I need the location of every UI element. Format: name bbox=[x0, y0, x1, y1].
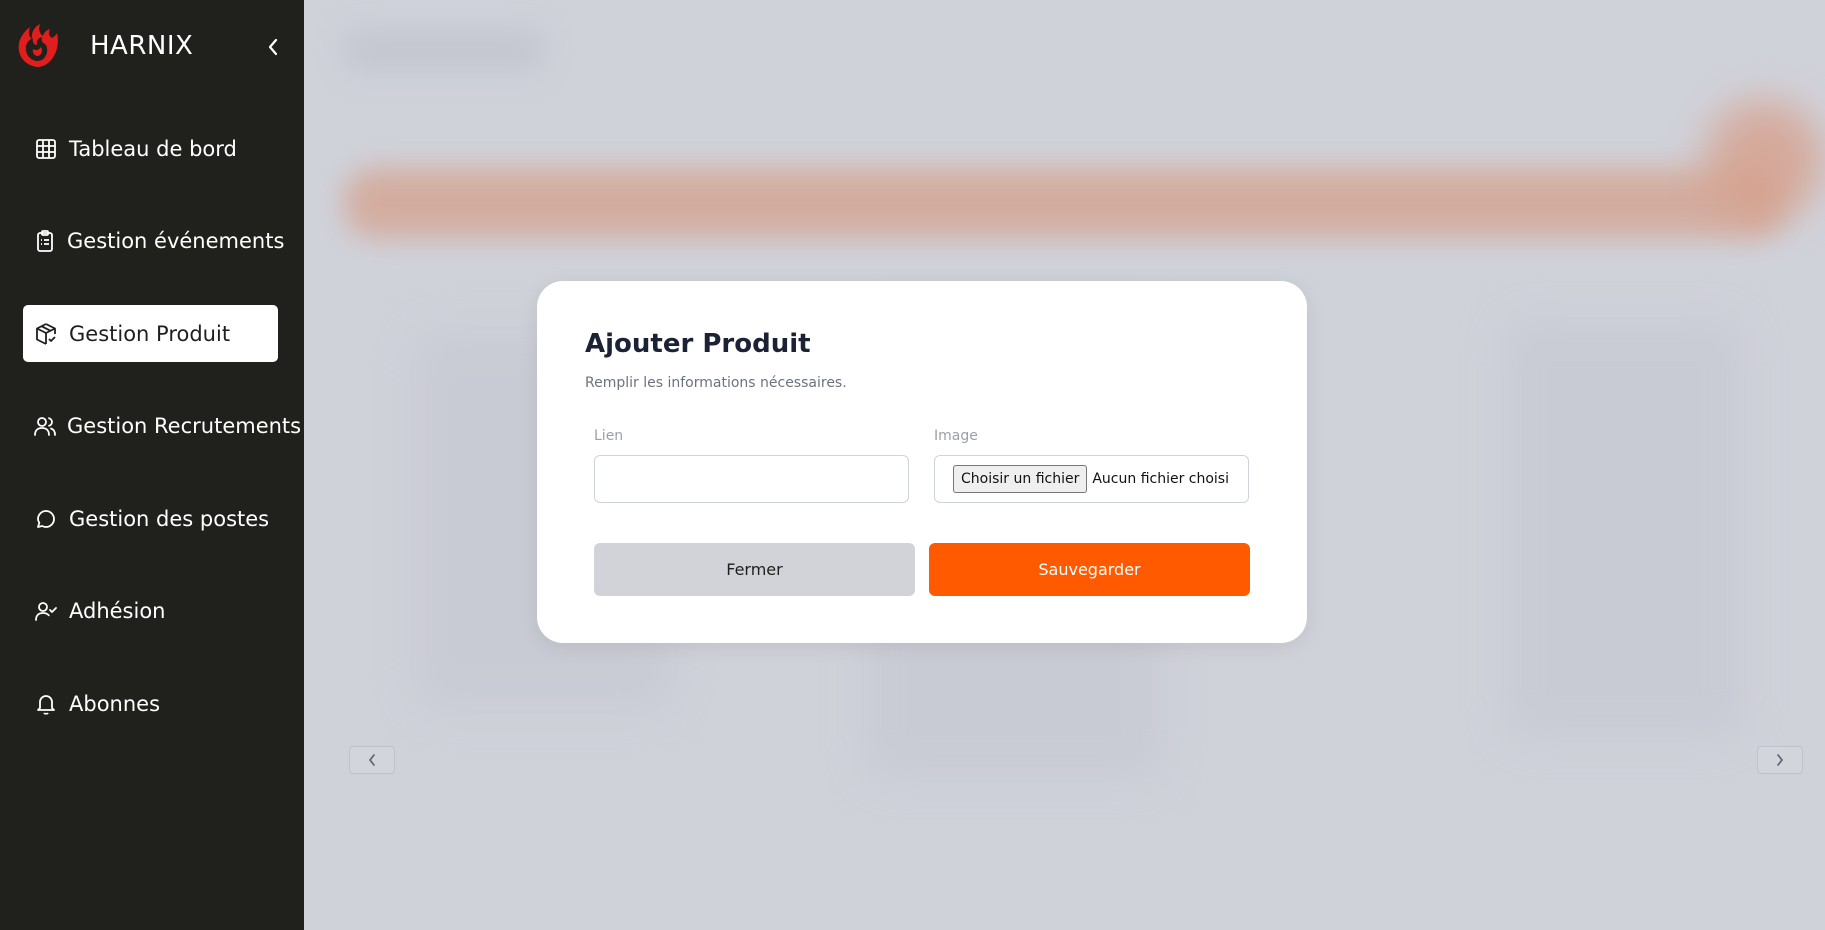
link-field-label: Lien bbox=[594, 428, 624, 444]
grid-table-icon bbox=[33, 136, 59, 162]
sidebar-item-label: Gestion événements bbox=[67, 229, 285, 253]
sidebar-item-gestion-evenements[interactable]: Gestion événements bbox=[23, 213, 284, 270]
sidebar-item-label: Gestion des postes bbox=[69, 506, 270, 531]
package-check-icon bbox=[33, 321, 59, 347]
users-icon bbox=[33, 413, 57, 439]
brand-name: HARNIX bbox=[90, 31, 194, 61]
clipboard-list-icon bbox=[33, 228, 57, 254]
sidebar-item-tableau-de-bord[interactable]: Tableau de bord bbox=[23, 120, 278, 177]
sidebar-item-gestion-produit[interactable]: Gestion Produit bbox=[23, 305, 278, 362]
sidebar-item-label: Gestion Produit bbox=[69, 321, 231, 346]
message-circle-icon bbox=[33, 506, 59, 532]
blurred-card bbox=[1504, 320, 1744, 740]
sidebar-item-gestion-des-postes[interactable]: Gestion des postes bbox=[23, 490, 278, 547]
sidebar-nav: Tableau de bord Gestion événements Gesti… bbox=[23, 120, 301, 768]
blurred-page-title bbox=[344, 30, 544, 70]
add-product-modal: Ajouter Produit Remplir les informations… bbox=[537, 281, 1307, 643]
carousel-prev-button[interactable] bbox=[349, 746, 395, 774]
modal-subtitle: Remplir les informations nécessaires. bbox=[585, 375, 847, 391]
phoenix-logo-icon bbox=[18, 24, 58, 67]
save-button[interactable]: Sauvegarder bbox=[929, 543, 1250, 596]
collapse-sidebar-button[interactable] bbox=[262, 34, 284, 60]
blurred-corner-shape bbox=[1704, 100, 1824, 220]
sidebar-item-label: Abonnes bbox=[69, 691, 161, 716]
choose-file-button[interactable]: Choisir un fichier bbox=[953, 465, 1088, 493]
chevron-left-icon bbox=[368, 754, 375, 766]
image-field-label: Image bbox=[934, 428, 978, 444]
link-input[interactable] bbox=[594, 455, 909, 503]
file-status-text: Aucun fichier choisi bbox=[1092, 471, 1229, 487]
image-file-input: Choisir un fichier Aucun fichier choisi bbox=[934, 455, 1249, 503]
sidebar-item-label: Gestion Recrutements bbox=[67, 414, 302, 438]
brand[interactable]: HARNIX bbox=[14, 18, 193, 74]
sidebar-item-abonnes[interactable]: Abonnes bbox=[23, 675, 278, 732]
user-check-icon bbox=[33, 598, 59, 624]
sidebar-item-label: Adhésion bbox=[69, 599, 166, 623]
sidebar-item-label: Tableau de bord bbox=[69, 136, 237, 161]
blurred-header-bar bbox=[344, 168, 1784, 238]
bell-icon bbox=[33, 691, 59, 717]
sidebar-item-adhesion[interactable]: Adhésion bbox=[23, 583, 278, 640]
chevron-left-icon bbox=[268, 38, 278, 56]
chevron-right-icon bbox=[1777, 754, 1784, 766]
modal-title: Ajouter Produit bbox=[585, 329, 811, 359]
sidebar-item-gestion-recrutements[interactable]: Gestion Recrutements bbox=[23, 398, 301, 455]
close-button[interactable]: Fermer bbox=[594, 543, 915, 596]
carousel-next-button[interactable] bbox=[1757, 746, 1803, 774]
sidebar: HARNIX Tableau de bord Gestion événement… bbox=[0, 0, 304, 930]
